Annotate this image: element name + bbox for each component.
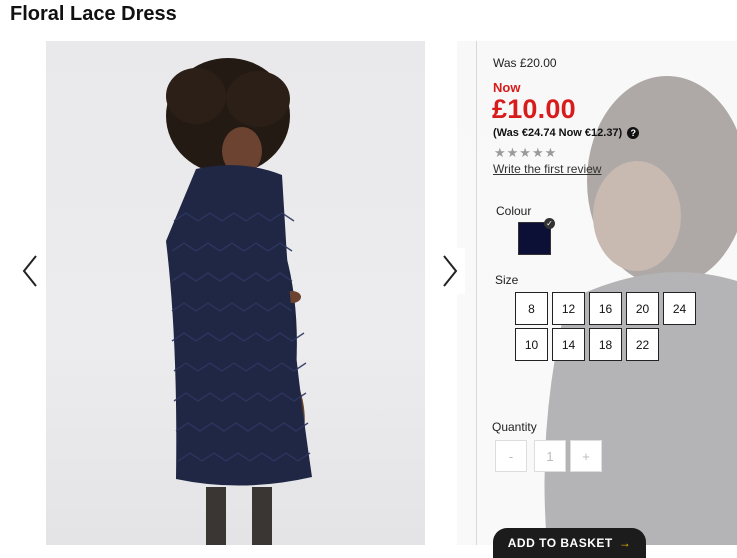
product-title: Floral Lace Dress bbox=[10, 3, 177, 25]
product-image-main bbox=[46, 41, 425, 545]
add-to-basket-button[interactable]: ADD TO BASKET → bbox=[493, 528, 646, 558]
size-option[interactable]: 18 bbox=[589, 328, 622, 361]
selected-check-icon: ✓ bbox=[544, 218, 555, 229]
now-label: Now bbox=[493, 80, 521, 95]
size-option[interactable]: 24 bbox=[663, 292, 696, 325]
size-option[interactable]: 16 bbox=[589, 292, 622, 325]
chevron-right-icon bbox=[443, 255, 458, 287]
colour-swatch-navy[interactable]: ✓ bbox=[518, 218, 555, 255]
size-option[interactable]: 20 bbox=[626, 292, 659, 325]
add-to-basket-label: ADD TO BASKET bbox=[507, 536, 613, 550]
chevron-left-icon bbox=[22, 255, 37, 287]
size-option[interactable]: 12 bbox=[552, 292, 585, 325]
size-option[interactable]: 8 bbox=[515, 292, 548, 325]
model-photo bbox=[166, 58, 312, 545]
size-option[interactable]: 22 bbox=[626, 328, 659, 361]
panel-divider bbox=[476, 41, 477, 545]
euro-price-row: (Was €24.74 Now €12.37) ? bbox=[493, 127, 640, 139]
rating-stars: ★★★★★ bbox=[494, 145, 558, 160]
now-price: £10.00 bbox=[492, 94, 576, 124]
was-price: Was £20.00 bbox=[493, 56, 557, 70]
size-option[interactable]: 14 bbox=[552, 328, 585, 361]
arrow-right-icon: → bbox=[618, 536, 632, 550]
size-option[interactable]: 10 bbox=[515, 328, 548, 361]
size-label: Size bbox=[495, 273, 519, 287]
quantity-decrease-button[interactable]: - bbox=[495, 440, 527, 472]
write-review-link[interactable]: Write the first review bbox=[493, 162, 601, 176]
quantity-input[interactable]: 1 bbox=[534, 440, 566, 472]
euro-price: (Was €24.74 Now €12.37) bbox=[493, 127, 623, 139]
help-icon[interactable]: ? bbox=[627, 127, 640, 139]
previous-image-button[interactable] bbox=[19, 248, 41, 294]
colour-label: Colour bbox=[496, 204, 532, 218]
quantity-increase-button[interactable]: + bbox=[570, 440, 602, 472]
next-image-button[interactable] bbox=[435, 248, 465, 294]
quantity-label: Quantity bbox=[492, 420, 537, 434]
